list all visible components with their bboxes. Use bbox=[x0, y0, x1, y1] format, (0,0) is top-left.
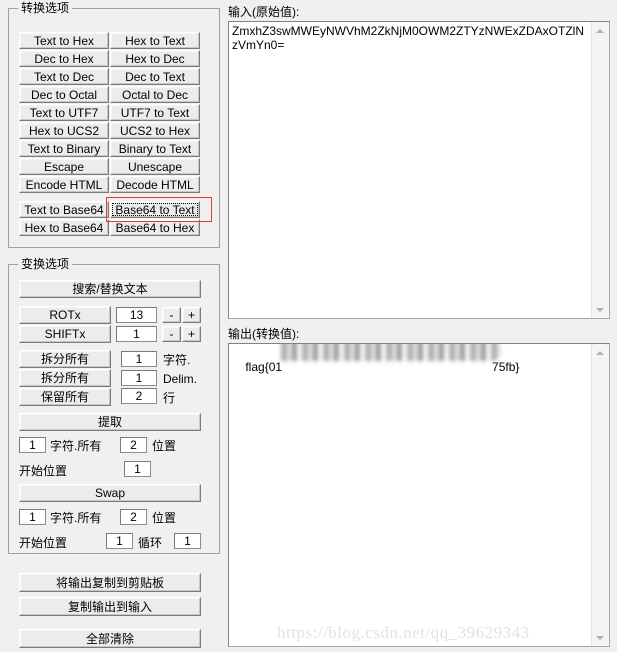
conversion-options-title: 转换选项 bbox=[18, 1, 73, 15]
button-decode-html[interactable]: Decode HTML bbox=[110, 176, 200, 193]
label-keep-lines-unit: 行 bbox=[163, 391, 176, 405]
input-extract-chars[interactable]: 1 bbox=[19, 437, 46, 453]
input-swap-loop[interactable]: 1 bbox=[174, 533, 201, 549]
button-hex-to-base64[interactable]: Hex to Base64 bbox=[19, 219, 109, 236]
label-swap-chars: 字符.所有 bbox=[50, 511, 102, 525]
button-hex-to-text[interactable]: Hex to Text bbox=[110, 32, 200, 49]
chevron-down-icon bbox=[596, 307, 604, 312]
button-base64-to-text[interactable]: Base64 to Text bbox=[110, 201, 200, 218]
output-flag-suffix: 75fb} bbox=[492, 360, 520, 374]
button-clear-all[interactable]: 全部清除 bbox=[19, 629, 201, 648]
output-scroll-up-button[interactable] bbox=[592, 344, 608, 361]
button-binary-to-text[interactable]: Binary to Text bbox=[110, 140, 200, 157]
button-base64-to-hex[interactable]: Base64 to Hex bbox=[110, 219, 200, 236]
output-panel-label: 输出(转换值): bbox=[228, 327, 300, 341]
label-swap-start: 开始位置 bbox=[19, 536, 68, 550]
button-dec-to-text[interactable]: Dec to Text bbox=[110, 68, 200, 85]
output-scroll-down-button[interactable] bbox=[592, 629, 608, 646]
input-rotx-value[interactable]: 13 bbox=[116, 307, 157, 323]
output-flag-prefix: flag{01 bbox=[245, 360, 283, 374]
button-rotx-decrement[interactable]: - bbox=[162, 307, 181, 323]
transform-options-title: 变换选项 bbox=[18, 257, 73, 271]
button-copy-output-to-input[interactable]: 复制输出到输入 bbox=[19, 597, 201, 616]
input-textarea-text[interactable]: ZmxhZ3swMWEyNWVhM2ZkNjM0OWM2ZTYzNWExZDAx… bbox=[229, 22, 592, 318]
button-escape[interactable]: Escape bbox=[19, 158, 109, 175]
input-swap-start[interactable]: 1 bbox=[106, 533, 133, 549]
input-split-chars-value[interactable]: 1 bbox=[121, 351, 157, 367]
output-textarea-text[interactable]: flag{01 75fb} bbox=[229, 344, 592, 646]
label-extract-start: 开始位置 bbox=[19, 464, 68, 478]
input-extract-positions[interactable]: 2 bbox=[120, 437, 147, 453]
input-swap-chars[interactable]: 1 bbox=[19, 509, 46, 525]
input-scrollbar[interactable] bbox=[591, 22, 609, 318]
button-copy-output-to-clipboard[interactable]: 将输出复制到剪贴板 bbox=[19, 573, 201, 592]
button-unescape[interactable]: Unescape bbox=[110, 158, 200, 175]
label-swap-positions: 位置 bbox=[152, 511, 177, 525]
button-rotx[interactable]: ROTx bbox=[19, 306, 111, 324]
label-split-delim-unit: Delim. bbox=[163, 372, 198, 386]
button-text-to-base64[interactable]: Text to Base64 bbox=[19, 201, 109, 218]
button-swap[interactable]: Swap bbox=[19, 484, 201, 502]
button-shiftx[interactable]: SHIFTx bbox=[19, 325, 111, 343]
input-extract-start[interactable]: 1 bbox=[124, 461, 151, 477]
input-swap-positions[interactable]: 2 bbox=[120, 509, 147, 525]
button-hex-to-dec[interactable]: Hex to Dec bbox=[110, 50, 200, 67]
button-shiftx-increment[interactable]: + bbox=[182, 326, 201, 342]
label-split-chars-unit: 字符. bbox=[163, 353, 191, 367]
button-rotx-increment[interactable]: + bbox=[182, 307, 201, 323]
input-scroll-down-button[interactable] bbox=[592, 301, 608, 318]
button-split-all-delim[interactable]: 拆分所有 bbox=[19, 369, 111, 387]
button-keep-all-lines[interactable]: 保留所有 bbox=[19, 388, 111, 406]
button-hex-to-ucs2[interactable]: Hex to UCS2 bbox=[19, 122, 109, 139]
button-search-replace-text[interactable]: 搜索/替换文本 bbox=[19, 280, 201, 298]
chevron-up-icon bbox=[596, 350, 604, 355]
button-dec-to-octal[interactable]: Dec to Octal bbox=[19, 86, 109, 103]
output-scrollbar[interactable] bbox=[591, 344, 609, 646]
input-textarea[interactable]: ZmxhZ3swMWEyNWVhM2ZkNjM0OWM2ZTYzNWExZDAx… bbox=[228, 21, 610, 319]
button-text-to-hex[interactable]: Text to Hex bbox=[19, 32, 109, 49]
button-utf7-to-text[interactable]: UTF7 to Text bbox=[110, 104, 200, 121]
button-extract[interactable]: 提取 bbox=[19, 413, 201, 431]
label-extract-positions: 位置 bbox=[152, 439, 177, 453]
button-text-to-utf7[interactable]: Text to UTF7 bbox=[19, 104, 109, 121]
input-split-delim-value[interactable]: 1 bbox=[121, 370, 157, 386]
button-text-to-binary[interactable]: Text to Binary bbox=[19, 140, 109, 157]
input-scroll-up-button[interactable] bbox=[592, 22, 608, 39]
button-dec-to-hex[interactable]: Dec to Hex bbox=[19, 50, 109, 67]
button-encode-html[interactable]: Encode HTML bbox=[19, 176, 109, 193]
label-extract-chars: 字符.所有 bbox=[50, 439, 102, 453]
input-keep-lines-value[interactable]: 2 bbox=[121, 388, 157, 404]
button-shiftx-decrement[interactable]: - bbox=[162, 326, 181, 342]
button-octal-to-dec[interactable]: Octal to Dec bbox=[110, 86, 200, 103]
button-ucs2-to-hex[interactable]: UCS2 to Hex bbox=[110, 122, 200, 139]
output-textarea[interactable]: flag{01 75fb} bbox=[228, 343, 610, 647]
button-text-to-dec[interactable]: Text to Dec bbox=[19, 68, 109, 85]
label-swap-loop: 循环 bbox=[138, 536, 163, 550]
chevron-down-icon bbox=[596, 635, 604, 640]
input-panel-label: 输入(原始值): bbox=[228, 5, 300, 19]
button-split-all-chars[interactable]: 拆分所有 bbox=[19, 350, 111, 368]
chevron-up-icon bbox=[596, 28, 604, 33]
input-shiftx-value[interactable]: 1 bbox=[116, 326, 157, 342]
